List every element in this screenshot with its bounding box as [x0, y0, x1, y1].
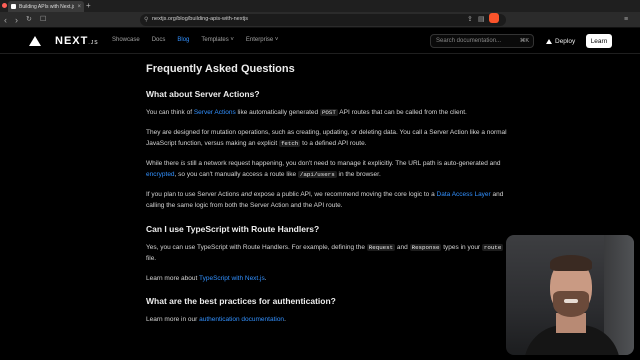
- nav-blog[interactable]: Blog: [177, 37, 189, 43]
- faq-question-typescript: Can I use TypeScript with Route Handlers…: [146, 223, 320, 234]
- vercel-triangle-icon: [546, 38, 552, 44]
- inline-code: fetch: [278, 140, 301, 147]
- nextjs-favicon-icon: [11, 4, 16, 9]
- extension-icon[interactable]: ▤: [478, 15, 485, 24]
- close-window-button[interactable]: [2, 3, 7, 8]
- emphasis: and: [241, 190, 252, 198]
- inline-code: route: [481, 243, 504, 251]
- faq-question-server-actions: What about Server Actions?: [146, 89, 260, 99]
- vercel-logo-icon[interactable]: [29, 36, 41, 46]
- text: .: [264, 274, 267, 282]
- authentication-docs-link[interactable]: authentication documentation: [199, 316, 284, 323]
- nav-docs[interactable]: Docs: [152, 37, 166, 43]
- window-controls: [2, 3, 7, 8]
- text: like automatically generated: [235, 109, 320, 116]
- server-actions-link[interactable]: Server Actions: [194, 109, 236, 116]
- inline-code: POST: [319, 109, 338, 116]
- new-tab-icon[interactable]: +: [86, 1, 91, 11]
- url-text: nextjs.org/blog/building-apis-with-nextj…: [152, 16, 248, 22]
- faq-question-authentication: What are the best practices for authenti…: [146, 296, 336, 306]
- bookmark-icon[interactable]: ☐: [40, 14, 46, 26]
- faq-paragraph: You can think of Server Actions like aut…: [146, 107, 512, 119]
- search-input[interactable]: Search documentation... ⌘K: [430, 34, 534, 48]
- deploy-label: Deploy: [555, 37, 576, 45]
- site-header: NEXT.JS Showcase Docs Blog Templates ˅ E…: [0, 28, 640, 54]
- typescript-link[interactable]: TypeScript with Next.js: [199, 275, 265, 282]
- text: Yes, you can use TypeScript with Route H…: [146, 243, 367, 251]
- reload-icon[interactable]: ↻: [26, 14, 32, 26]
- encrypted-link[interactable]: encrypted: [146, 171, 175, 178]
- cam-hair: [550, 255, 592, 271]
- article-content: Frequently Asked Questions What about Se…: [146, 63, 512, 334]
- text: .: [284, 316, 286, 323]
- menu-icon[interactable]: ≡: [624, 15, 628, 24]
- faq-paragraph: They are designed for mutation operation…: [146, 127, 512, 150]
- faq-heading: Frequently Asked Questions: [146, 63, 295, 75]
- text: Learn more about: [146, 274, 199, 282]
- learn-button[interactable]: Learn: [586, 34, 612, 48]
- text: If you plan to use Server Actions: [146, 190, 242, 198]
- faq-paragraph: Learn more in our authentication documen…: [146, 314, 512, 326]
- logo-suffix: .JS: [88, 40, 99, 46]
- close-tab-icon[interactable]: ×: [77, 4, 81, 10]
- text: While there: [146, 159, 181, 167]
- faq-paragraph: Learn more about TypeScript with Next.js…: [146, 273, 512, 285]
- back-icon[interactable]: ‹: [4, 14, 7, 26]
- text: and: [395, 243, 410, 251]
- text: still a network request happening, you d…: [185, 159, 501, 167]
- text: You can think of: [146, 109, 194, 116]
- browser-tab[interactable]: Building APIs with Next.js | Ne ×: [8, 1, 84, 12]
- faq-paragraph: While there is still a network request h…: [146, 158, 512, 181]
- address-bar[interactable]: ⚲ nextjs.org/blog/building-apis-with-nex…: [140, 14, 506, 26]
- logo-text: NEXT: [55, 35, 89, 47]
- inline-code: Request: [366, 243, 396, 251]
- nav-showcase[interactable]: Showcase: [112, 37, 140, 43]
- cam-mouth: [564, 299, 578, 303]
- search-shortcut: ⌘K: [519, 38, 529, 44]
- deploy-button[interactable]: Deploy: [541, 34, 580, 48]
- brave-shield-icon[interactable]: [489, 13, 499, 23]
- main-nav: Showcase Docs Blog Templates ˅ Enterpris…: [112, 37, 278, 43]
- text: to a defined API route.: [300, 140, 367, 147]
- browser-tab-bar: Building APIs with Next.js | Ne × +: [0, 0, 640, 12]
- text: types in your: [441, 243, 482, 251]
- inline-code: /api/users: [297, 171, 337, 178]
- text: , so you can't manually access a route l…: [174, 171, 298, 178]
- faq-paragraph: Yes, you can use TypeScript with Route H…: [146, 242, 512, 265]
- text: Learn more in our: [146, 316, 200, 323]
- search-placeholder: Search documentation...: [436, 38, 502, 44]
- cam-beard: [553, 291, 589, 317]
- tab-title: Building APIs with Next.js | Ne: [19, 3, 75, 10]
- forward-icon[interactable]: ›: [15, 14, 18, 26]
- faq-paragraph: If you plan to use Server Actions and ex…: [146, 189, 512, 212]
- text: expose a public API, we recommend moving…: [251, 190, 437, 198]
- browser-toolbar: ‹ › ↻ ☐ ⚲ nextjs.org/blog/building-apis-…: [0, 12, 640, 28]
- site-info-icon[interactable]: ⚲: [144, 16, 148, 23]
- text: in the browser.: [336, 171, 381, 178]
- share-icon[interactable]: ⇪: [467, 15, 473, 24]
- text: API routes that can be called from the c…: [337, 109, 467, 116]
- nextjs-logo[interactable]: NEXT.JS: [55, 35, 99, 47]
- data-access-layer-link[interactable]: Data Access Layer: [437, 191, 491, 198]
- nav-enterprise[interactable]: Enterprise ˅: [246, 37, 279, 43]
- webcam-overlay: [506, 235, 634, 355]
- text: file.: [146, 255, 157, 262]
- inline-code: Response: [409, 243, 442, 251]
- nav-templates[interactable]: Templates ˅: [201, 37, 234, 43]
